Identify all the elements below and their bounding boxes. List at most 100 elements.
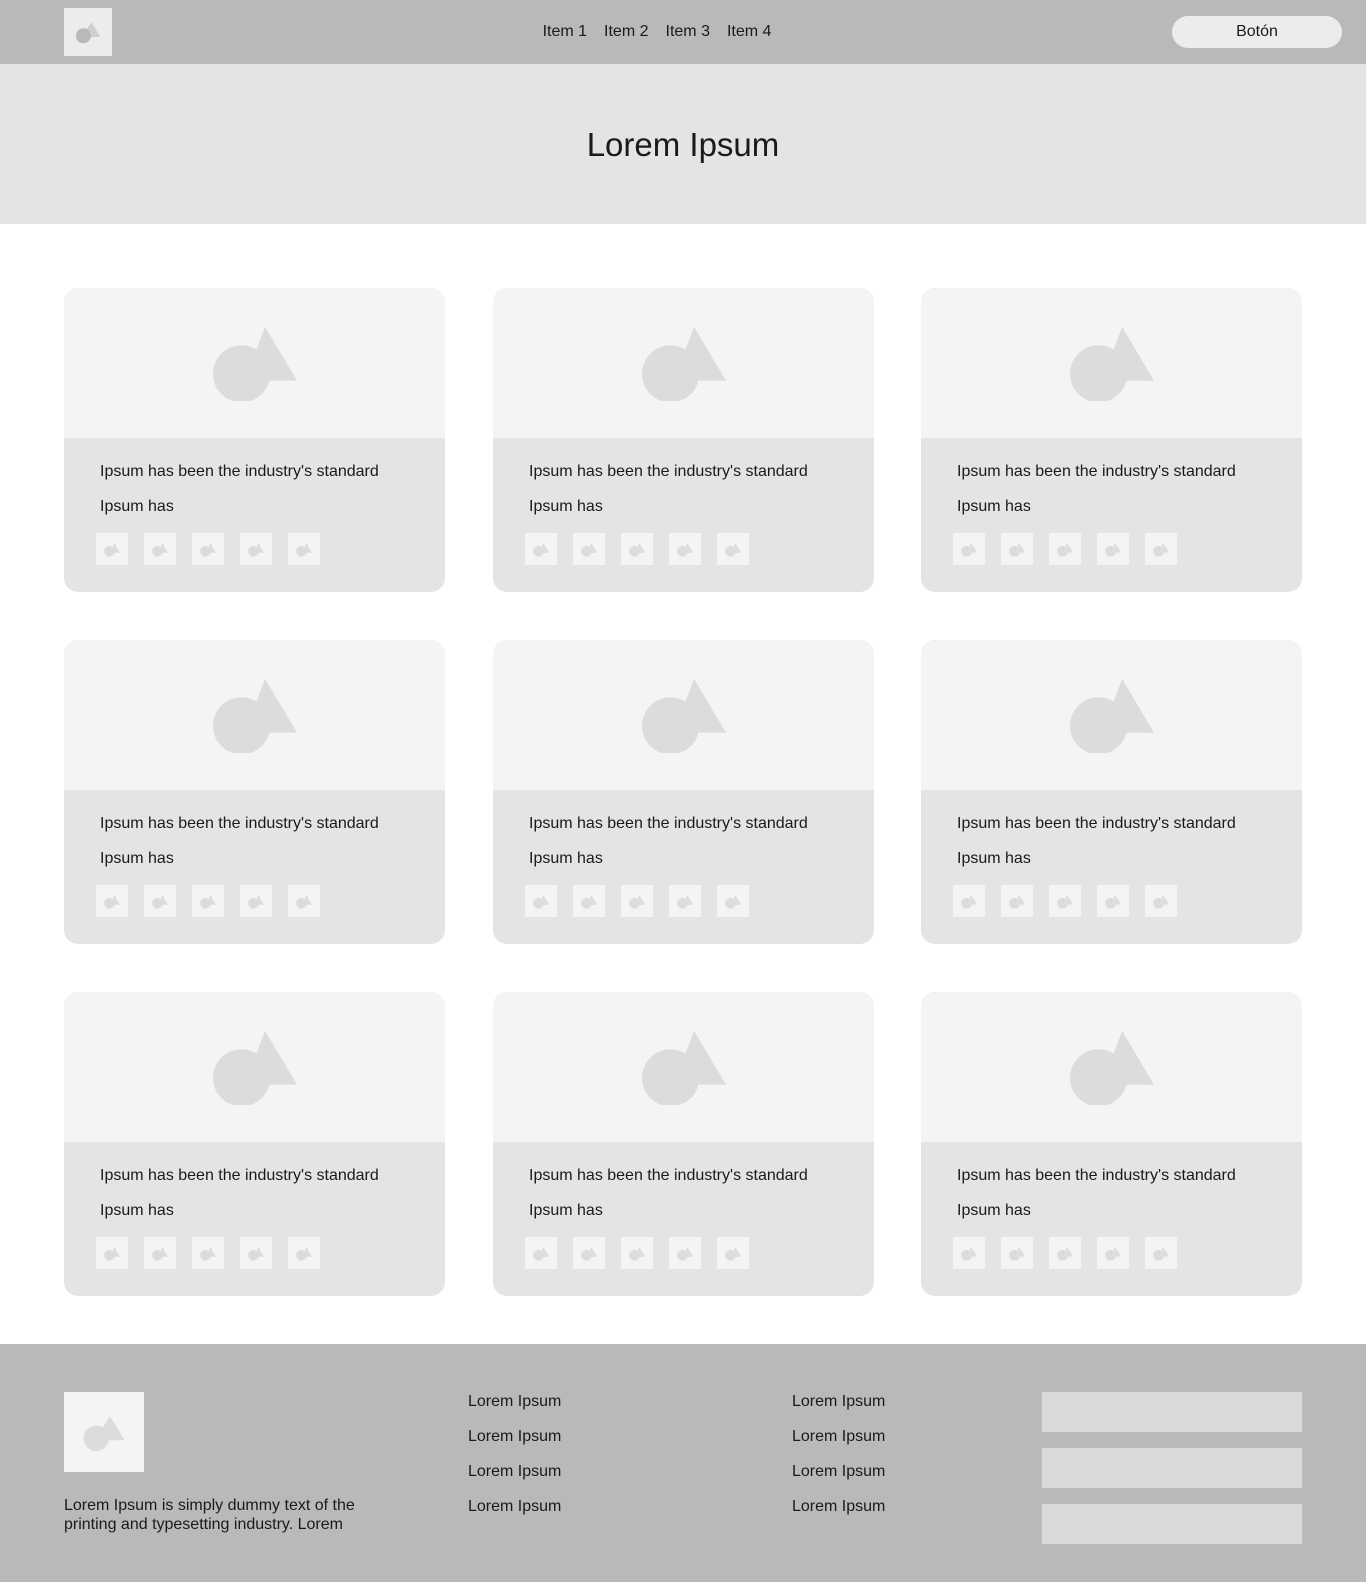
card[interactable]: Ipsum has been the industry's standard Ip… — [921, 640, 1302, 944]
image-placeholder-icon — [1009, 542, 1026, 557]
thumbnail[interactable] — [192, 1237, 224, 1269]
thumbnail[interactable] — [717, 533, 749, 565]
thumbnail[interactable] — [573, 533, 605, 565]
footer-link[interactable]: Lorem Ipsum — [468, 1462, 561, 1482]
thumbnail[interactable] — [717, 1237, 749, 1269]
thumbnail[interactable] — [288, 533, 320, 565]
footer-input-1[interactable] — [1042, 1392, 1302, 1432]
thumbnail[interactable] — [1001, 885, 1033, 917]
card-image — [921, 288, 1302, 438]
card[interactable]: Ipsum has been the industry's standard Ip… — [493, 288, 874, 592]
thumbnail[interactable] — [953, 1237, 985, 1269]
card[interactable]: Ipsum has been the industry's standard Ip… — [64, 288, 445, 592]
image-placeholder-icon — [296, 1246, 313, 1261]
thumbnail[interactable] — [240, 885, 272, 917]
thumbnail[interactable] — [669, 885, 701, 917]
card-text-line-1: Ipsum has been the industry's standard — [957, 1167, 1236, 1184]
image-placeholder-icon — [581, 1246, 598, 1261]
footer-link[interactable]: Lorem Ipsum — [468, 1392, 561, 1412]
card[interactable]: Ipsum has been the industry's standard Ip… — [921, 288, 1302, 592]
thumbnail[interactable] — [525, 533, 557, 565]
thumbnail[interactable] — [240, 1237, 272, 1269]
card[interactable]: Ipsum has been the industry's standard Ip… — [64, 640, 445, 944]
thumbnail[interactable] — [1145, 885, 1177, 917]
card[interactable]: Ipsum has been the industry's standard Ip… — [921, 992, 1302, 1296]
image-placeholder-icon — [248, 1246, 265, 1261]
thumbnail[interactable] — [573, 885, 605, 917]
thumbnail[interactable] — [288, 1237, 320, 1269]
nav-item-1[interactable]: Item 1 — [543, 23, 587, 41]
footer-input-3[interactable] — [1042, 1504, 1302, 1544]
nav-item-2[interactable]: Item 2 — [604, 23, 648, 41]
footer: Lorem Ipsum is simply dummy text of the … — [0, 1344, 1366, 1582]
thumbnail[interactable] — [953, 533, 985, 565]
thumbnail[interactable] — [144, 1237, 176, 1269]
footer-logo[interactable] — [64, 1392, 144, 1472]
footer-link[interactable]: Lorem Ipsum — [792, 1497, 885, 1517]
footer-links-col-1: Lorem Ipsum Lorem Ipsum Lorem Ipsum Lore… — [468, 1392, 561, 1532]
image-placeholder-icon — [581, 542, 598, 557]
thumbnail[interactable] — [1049, 533, 1081, 565]
thumbnail[interactable] — [144, 533, 176, 565]
thumbnail[interactable] — [96, 1237, 128, 1269]
thumbnail[interactable] — [288, 885, 320, 917]
thumbnail[interactable] — [96, 533, 128, 565]
thumbnail[interactable] — [96, 885, 128, 917]
thumbnail[interactable] — [240, 533, 272, 565]
footer-link[interactable]: Lorem Ipsum — [792, 1392, 885, 1412]
card-body: Ipsum has been the industry's standard Ip… — [64, 438, 445, 517]
thumbnail[interactable] — [1001, 1237, 1033, 1269]
thumbnail[interactable] — [621, 1237, 653, 1269]
card-image — [921, 640, 1302, 790]
nav-item-4[interactable]: Item 4 — [727, 23, 771, 41]
footer-link[interactable]: Lorem Ipsum — [468, 1497, 561, 1517]
image-placeholder-icon — [296, 542, 313, 557]
thumbnail[interactable] — [953, 885, 985, 917]
card-text-line-2: Ipsum has — [957, 498, 1031, 515]
card-body: Ipsum has been the industry's standard Ip… — [921, 790, 1302, 869]
thumbnail[interactable] — [1145, 533, 1177, 565]
card-text-line-2: Ipsum has — [529, 850, 603, 867]
thumbnail[interactable] — [669, 1237, 701, 1269]
image-placeholder-icon — [296, 894, 313, 909]
footer-link[interactable]: Lorem Ipsum — [468, 1427, 561, 1447]
thumbnail[interactable] — [1001, 533, 1033, 565]
card[interactable]: Ipsum has been the industry's standard Ip… — [493, 992, 874, 1296]
thumbnail[interactable] — [144, 885, 176, 917]
card-image — [64, 992, 445, 1142]
thumbnail[interactable] — [1145, 1237, 1177, 1269]
card-body: Ipsum has been the industry's standard Ip… — [921, 438, 1302, 517]
thumbnail[interactable] — [192, 885, 224, 917]
thumbnail[interactable] — [1097, 1237, 1129, 1269]
footer-link[interactable]: Lorem Ipsum — [792, 1427, 885, 1447]
image-placeholder-icon — [641, 1030, 726, 1105]
card[interactable]: Ipsum has been the industry's standard Ip… — [64, 992, 445, 1296]
image-placeholder-icon — [1057, 894, 1074, 909]
card-text-line-1: Ipsum has been the industry's standard — [957, 815, 1236, 832]
card[interactable]: Ipsum has been the industry's standard Ip… — [493, 640, 874, 944]
nav-item-3[interactable]: Item 3 — [666, 23, 710, 41]
thumbnail[interactable] — [525, 1237, 557, 1269]
card-thumbnails — [525, 533, 749, 565]
header-button[interactable]: Botón — [1172, 16, 1342, 48]
thumbnail[interactable] — [525, 885, 557, 917]
image-placeholder-icon — [629, 542, 646, 557]
card-body: Ipsum has been the industry's standard Ip… — [493, 1142, 874, 1221]
thumbnail[interactable] — [717, 885, 749, 917]
thumbnail[interactable] — [669, 533, 701, 565]
card-text-line-2: Ipsum has — [529, 498, 603, 515]
image-placeholder-icon — [1009, 894, 1026, 909]
thumbnail[interactable] — [1049, 885, 1081, 917]
thumbnail[interactable] — [573, 1237, 605, 1269]
card-thumbnails — [525, 885, 749, 917]
thumbnail[interactable] — [1097, 533, 1129, 565]
thumbnail[interactable] — [1097, 885, 1129, 917]
footer-link[interactable]: Lorem Ipsum — [792, 1462, 885, 1482]
footer-input-2[interactable] — [1042, 1448, 1302, 1488]
card-body: Ipsum has been the industry's standard Ip… — [493, 790, 874, 869]
thumbnail[interactable] — [1049, 1237, 1081, 1269]
image-placeholder-icon — [629, 894, 646, 909]
thumbnail[interactable] — [621, 533, 653, 565]
thumbnail[interactable] — [621, 885, 653, 917]
thumbnail[interactable] — [192, 533, 224, 565]
